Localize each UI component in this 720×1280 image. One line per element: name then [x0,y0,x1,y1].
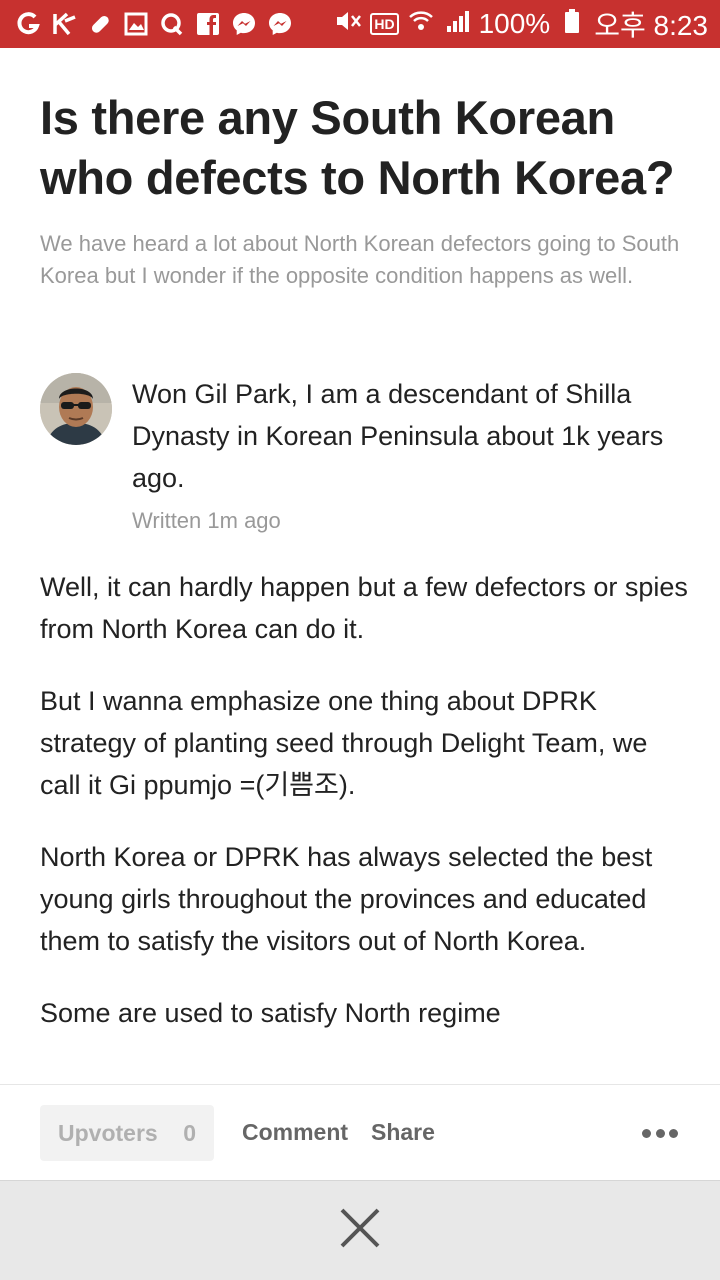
answer-paragraph: Some are used to satisfy North regime [40,998,501,1028]
mute-icon [334,8,362,41]
answer-paragraph: Well, it can hardly happen but a few def… [40,572,688,644]
close-bar [0,1180,720,1280]
system-status: HD 100% 오후 8:23 [334,4,708,44]
battery-percent: 100% [478,8,551,39]
notification-icons [14,10,294,38]
close-icon[interactable] [338,1206,382,1255]
battery-icon [558,8,586,41]
clock: 오후 8:23 [594,10,708,41]
status-bar: HD 100% 오후 8:23 [0,0,720,48]
messenger-icon [266,10,294,38]
question-details: We have heard a lot about North Korean d… [40,231,680,288]
action-bar: Upvoters 0 Comment Share [0,1084,720,1180]
answer-paragraph: But I wanna emphasize one thing about DP… [40,686,648,800]
g-icon [14,10,42,38]
k-icon [50,10,78,38]
answer-body: Well, it can hardly happen but a few def… [40,566,690,1064]
messenger-icon [230,10,258,38]
author-credential[interactable]: Won Gil Park, I am a descendant of Shill… [132,373,692,499]
comment-button[interactable]: Comment [242,1119,348,1146]
signal-icon [443,8,471,41]
image-icon [122,10,150,38]
more-dots-icon[interactable] [642,1113,678,1153]
pill-icon [86,10,114,38]
share-button[interactable]: Share [371,1119,435,1146]
answer-paragraph: North Korea or DPRK has always selected … [40,842,653,956]
upvote-button[interactable]: Upvoters 0 [40,1105,214,1161]
upvote-label: Upvoters [58,1119,158,1146]
q-icon [158,10,186,38]
written-time: Written 1m ago [132,508,281,533]
upvote-count: 0 [183,1119,196,1146]
hd-badge: HD [370,13,399,35]
wifi-icon [407,8,435,41]
facebook-icon [194,10,222,38]
question-title[interactable]: Is there any South Korean who defects to… [40,88,690,208]
author-avatar[interactable] [40,373,112,445]
